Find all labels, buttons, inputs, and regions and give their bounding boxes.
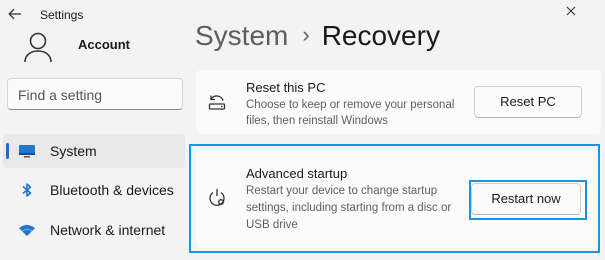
wifi-icon (17, 222, 37, 238)
card-title: Reset this PC (246, 80, 326, 95)
reset-icon (206, 91, 228, 113)
breadcrumb-parent[interactable]: System (195, 20, 288, 51)
close-window-button[interactable] (561, 3, 581, 19)
bluetooth-icon (17, 182, 37, 198)
page-title: Recovery (321, 20, 440, 51)
sidebar-item-bluetooth[interactable]: Bluetooth & devices (3, 173, 185, 207)
back-arrow-icon (8, 8, 21, 20)
sidebar-item-label: Bluetooth & devices (50, 182, 174, 198)
account-section[interactable]: Account (8, 20, 188, 70)
card-description-line: files, then reinstall Windows (246, 115, 388, 127)
search-input[interactable]: Find a setting (7, 78, 183, 110)
sidebar-item-system[interactable]: System (3, 134, 185, 168)
sidebar-item-network[interactable]: Network & internet (3, 213, 185, 247)
breadcrumb: System › Recovery (195, 20, 440, 52)
sidebar-item-label: Network & internet (50, 222, 166, 238)
close-icon (566, 6, 576, 16)
reset-pc-button[interactable]: Reset PC (474, 86, 582, 118)
user-icon (24, 32, 52, 63)
card-description-line: Choose to keep or remove your personal (246, 99, 455, 111)
search-placeholder: Find a setting (18, 87, 103, 103)
sidebar-item-label: System (50, 143, 97, 159)
restart-now-highlight (469, 180, 587, 220)
selection-indicator (6, 143, 9, 159)
account-name: Account (78, 37, 130, 52)
reset-pc-card: Reset this PC Choose to keep or remove y… (196, 70, 601, 134)
breadcrumb-separator: › (302, 22, 310, 47)
monitor-icon (17, 143, 37, 159)
avatar (8, 23, 68, 73)
